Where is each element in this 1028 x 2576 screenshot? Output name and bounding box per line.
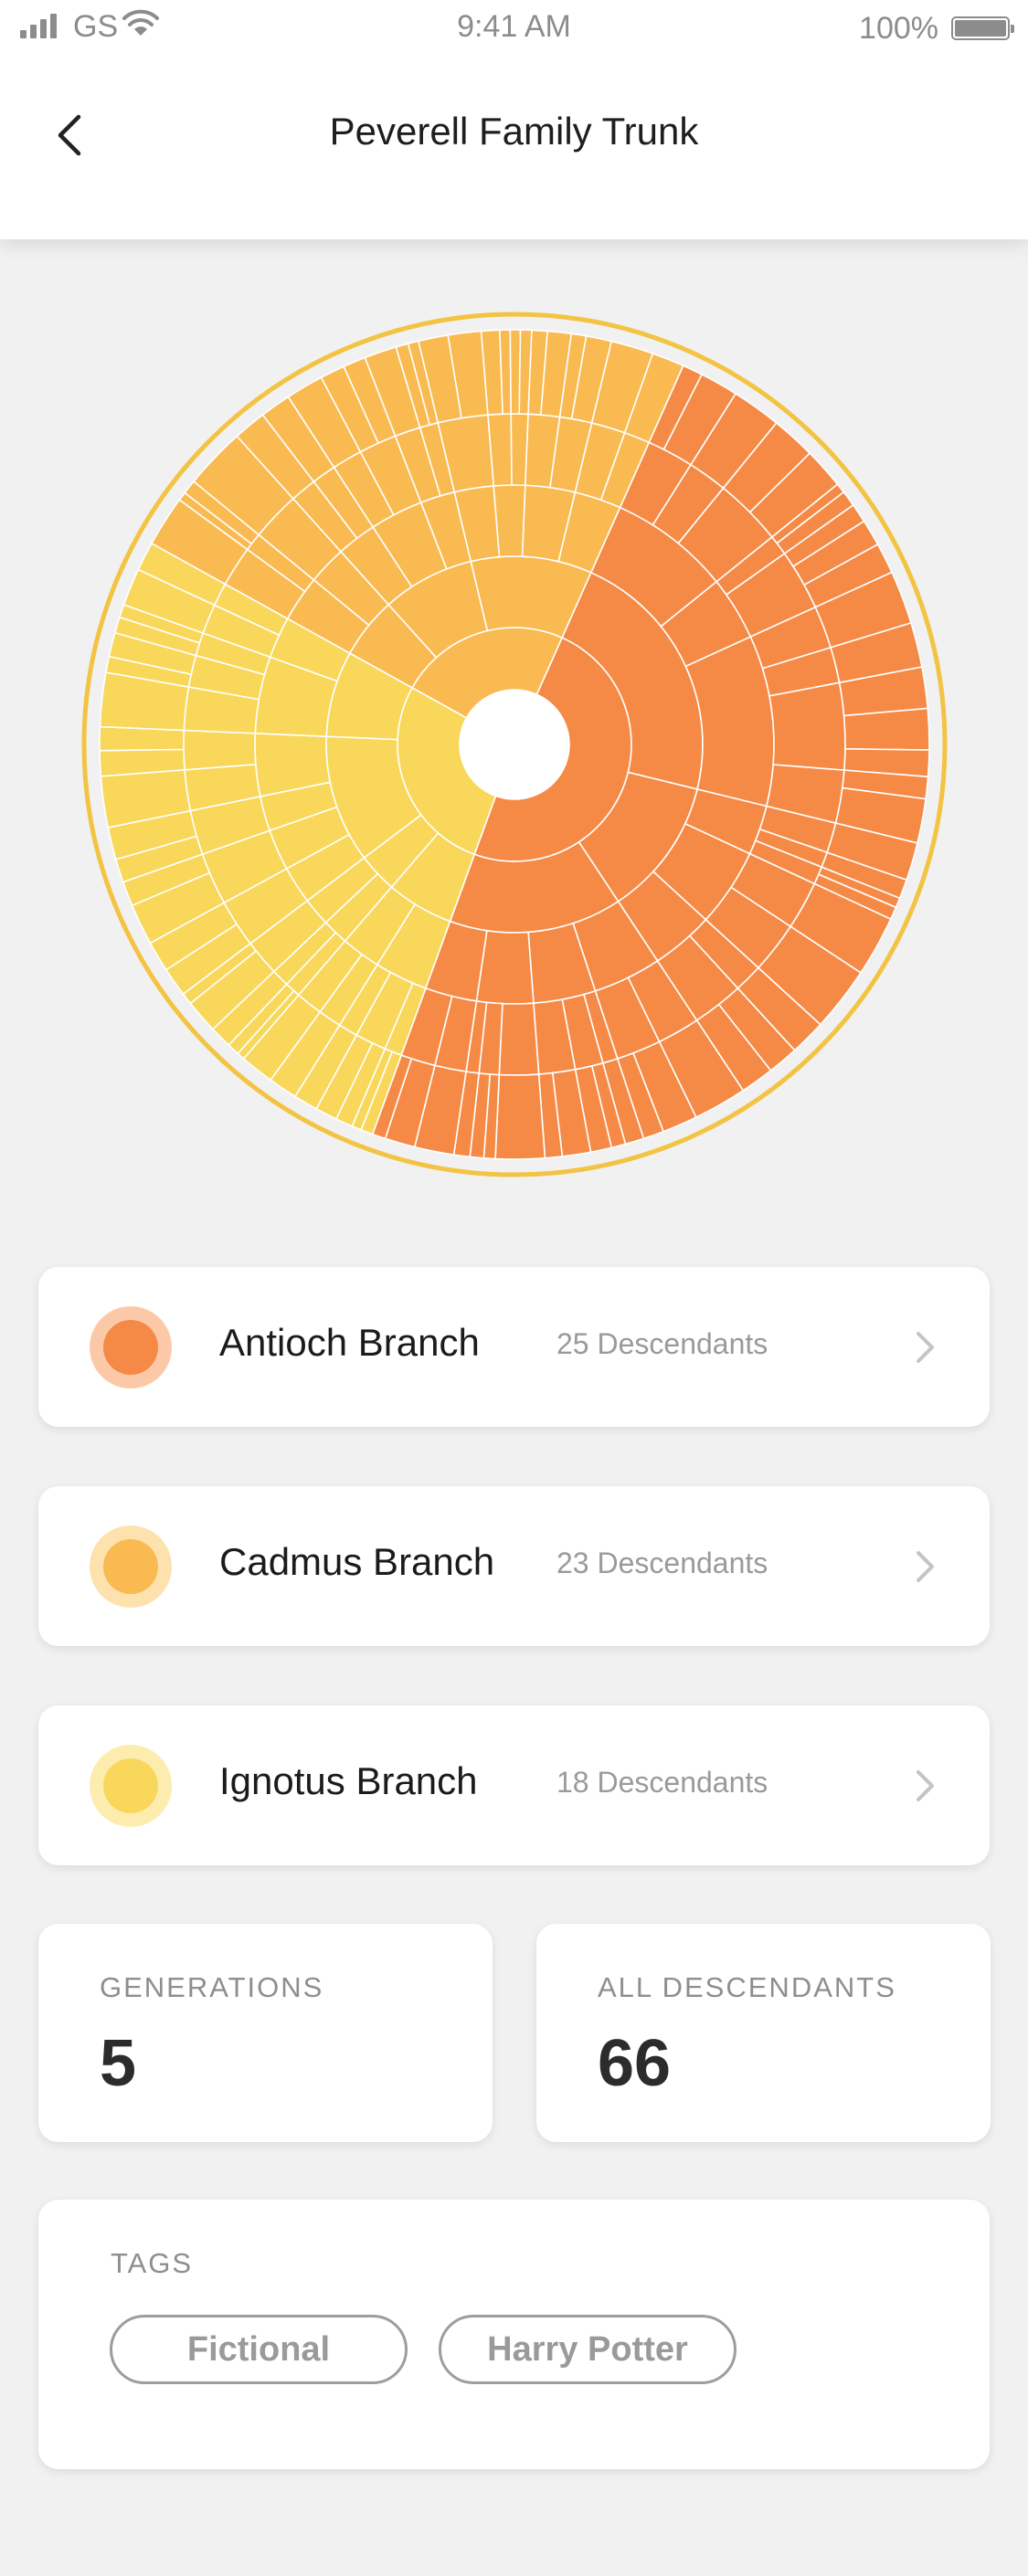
chevron-right-icon xyxy=(917,1551,934,1582)
page-title: Peverell Family Trunk xyxy=(329,110,699,153)
tags-card: TAGS Fictional Harry Potter xyxy=(38,2200,990,2469)
sunburst-segment-cadmus[interactable] xyxy=(493,484,526,558)
branch-name: Antioch Branch xyxy=(219,1321,480,1364)
header-bar: GS 9:41 AM 100% Peverell Family Trunk xyxy=(0,0,1028,239)
branch-name: Ignotus Branch xyxy=(219,1759,478,1802)
descendants-value: 66 xyxy=(598,2027,672,2100)
chevron-right-icon xyxy=(917,1770,934,1801)
branch-card-cadmus[interactable]: Cadmus Branch 23 Descendants xyxy=(38,1486,990,1646)
generations-value: 5 xyxy=(100,2027,137,2100)
status-bar: GS 9:41 AM 100% xyxy=(0,0,1028,55)
sunburst-segment-antioch[interactable] xyxy=(498,1002,540,1076)
battery-percent: 100% xyxy=(859,11,938,46)
battery-icon xyxy=(951,16,1014,40)
sunburst-segment-ignotus[interactable] xyxy=(183,729,257,771)
branch-descendant-count: 18 Descendants xyxy=(556,1766,768,1799)
generations-label: GENERATIONS xyxy=(100,1971,324,2003)
sunburst-segment-antioch[interactable] xyxy=(494,1073,546,1160)
descendants-label: ALL DESCENDANTS xyxy=(598,1971,896,2003)
tag-chip[interactable]: Fictional xyxy=(110,2315,408,2384)
generations-card: GENERATIONS 5 xyxy=(38,1924,493,2142)
family-sunburst-chart[interactable] xyxy=(81,311,948,1177)
branch-descendant-count: 25 Descendants xyxy=(556,1327,768,1360)
tag-chip[interactable]: Harry Potter xyxy=(439,2315,737,2384)
descendants-card: ALL DESCENDANTS 66 xyxy=(536,1924,991,2142)
branch-color-dot xyxy=(90,1526,172,1608)
sunburst-segment-antioch[interactable] xyxy=(843,707,930,751)
branch-name: Cadmus Branch xyxy=(219,1540,495,1583)
branch-color-dot xyxy=(90,1745,172,1827)
branch-card-antioch[interactable]: Antioch Branch 25 Descendants xyxy=(38,1267,990,1427)
tags-label: TAGS xyxy=(111,2247,194,2279)
sunburst-segment-antioch[interactable] xyxy=(768,681,846,771)
branch-color-dot xyxy=(90,1306,172,1388)
branch-card-ignotus[interactable]: Ignotus Branch 18 Descendants xyxy=(38,1705,990,1865)
branch-descendant-count: 23 Descendants xyxy=(556,1547,768,1579)
chevron-right-icon xyxy=(917,1332,934,1363)
chart-center-hole xyxy=(460,690,569,799)
